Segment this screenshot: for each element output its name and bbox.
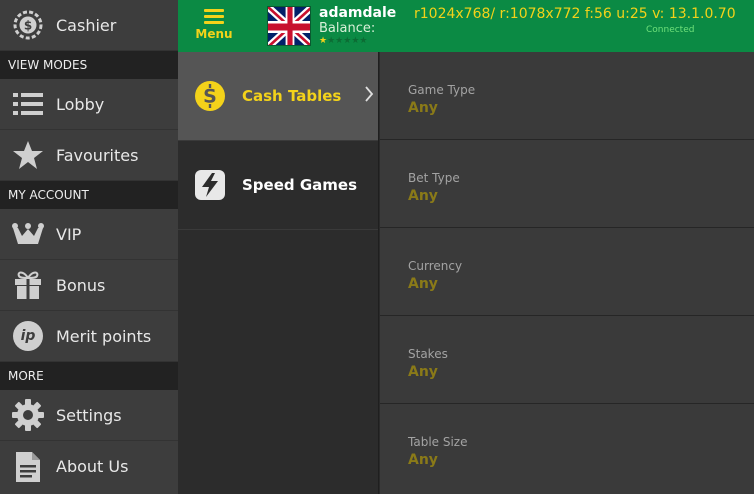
bonus-label: Bonus (56, 275, 106, 295)
lobby-label: Lobby (56, 94, 105, 114)
hamburger-icon (204, 9, 224, 24)
balance-label: Balance: (319, 21, 376, 36)
favourites-label: Favourites (56, 145, 139, 165)
gear-icon (0, 390, 56, 440)
menu-item-lobby[interactable]: Lobby (0, 79, 178, 130)
star-empty-icon: ★ (327, 36, 336, 46)
vip-label: VIP (56, 224, 82, 244)
chevron-right-icon (364, 85, 374, 107)
user-info[interactable]: adamdale Balance: ★★★★★★ (319, 5, 396, 46)
cashier-label: Cashier (56, 15, 117, 35)
filter-value: Any (408, 452, 438, 468)
merit-points-label: Merit points (56, 326, 152, 346)
category-speed-games[interactable]: Speed Games (178, 141, 378, 230)
filter-label: Game Type (408, 83, 476, 97)
menu-item-cashier[interactable]: $ Cashier (0, 0, 178, 51)
filter-panel: Game Type Any Bet Type Any Currency Any … (380, 52, 754, 494)
document-icon (0, 441, 56, 492)
filter-value: Any (408, 188, 438, 204)
menu-item-about-us[interactable]: About Us (0, 441, 178, 492)
cashier-coin-icon: $ (0, 0, 56, 50)
filter-game-type[interactable]: Game Type Any (380, 52, 754, 140)
merit-points-icon-text: ip (13, 321, 43, 351)
filter-bet-type[interactable]: Bet Type Any (380, 140, 754, 228)
category-cash-tables[interactable]: S Cash Tables (178, 52, 378, 141)
filter-value: Any (408, 100, 438, 116)
list-icon (0, 79, 56, 129)
filter-label: Bet Type (408, 171, 460, 185)
menu-item-favourites[interactable]: Favourites (0, 130, 178, 181)
lightning-icon (178, 169, 242, 201)
vip-level-stars: ★★★★★★ (319, 36, 396, 46)
username: adamdale (319, 5, 397, 21)
svg-text:$: $ (24, 19, 32, 33)
category-label: Speed Games (242, 176, 358, 194)
header-bar: Menu adamdale Balance: ★★★★★★ r1024x768/… (178, 0, 754, 52)
game-category-list: S Cash Tables Speed Games (178, 52, 379, 494)
star-empty-icon: ★ (359, 36, 368, 46)
filter-label: Table Size (408, 435, 468, 449)
menu-button[interactable]: Menu (188, 3, 240, 49)
star-filled-icon: ★ (319, 36, 328, 46)
filter-currency[interactable]: Currency Any (380, 228, 754, 316)
uk-flag-icon[interactable] (267, 6, 311, 46)
menu-item-merit-points[interactable]: ip Merit points (0, 311, 178, 362)
filter-stakes[interactable]: Stakes Any (380, 316, 754, 404)
section-header-view-modes: VIEW MODES (0, 51, 178, 79)
about-us-label: About Us (56, 457, 129, 476)
section-header-more: MORE (0, 362, 178, 390)
filter-value: Any (408, 276, 438, 292)
gift-icon (0, 260, 56, 310)
debug-info-text: r1024x768/ r:1078x772 f:56 u:25 v: 13.1.… (414, 6, 736, 22)
crown-icon (0, 209, 56, 259)
section-header-my-account: MY ACCOUNT (0, 181, 178, 209)
menu-item-vip[interactable]: VIP (0, 209, 178, 260)
connection-status: Connected (646, 25, 695, 35)
menu-item-settings[interactable]: Settings (0, 390, 178, 441)
filter-label: Currency (408, 259, 463, 273)
category-label: Cash Tables (242, 87, 342, 105)
menu-button-label: Menu (195, 27, 233, 41)
merit-points-icon: ip (0, 311, 56, 361)
filter-label: Stakes (408, 347, 448, 361)
dollar-coin-icon: S (178, 80, 242, 112)
settings-label: Settings (56, 405, 122, 425)
side-menu: $ Cashier VIEW MODES Lobby Favourites MY… (0, 0, 178, 494)
star-icon (0, 130, 56, 180)
filter-table-size[interactable]: Table Size Any (380, 404, 754, 492)
filter-value: Any (408, 364, 438, 380)
menu-item-bonus[interactable]: Bonus (0, 260, 178, 311)
